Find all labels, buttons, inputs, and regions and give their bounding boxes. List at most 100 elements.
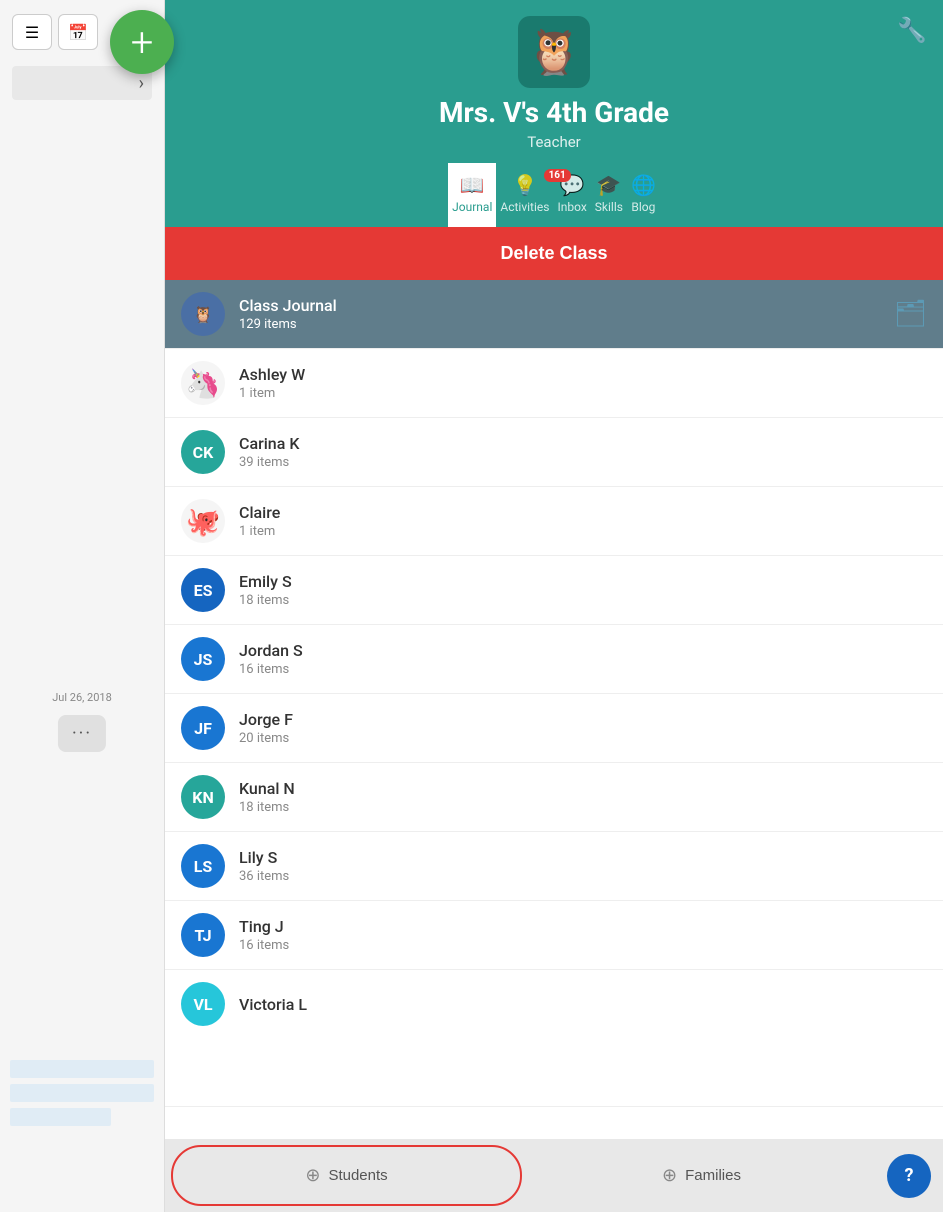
avatar-initials: VL	[193, 995, 212, 1014]
add-fab[interactable]: +	[110, 10, 174, 74]
item-count: 18 items	[239, 593, 927, 608]
activities-icon: 💡	[512, 173, 537, 197]
list-item[interactable]: LS Lily S 36 items	[165, 832, 943, 901]
list-item[interactable]: TJ Ting J 16 items	[165, 901, 943, 970]
item-name: Ashley W	[239, 365, 927, 384]
avatar-initials: CK	[193, 443, 214, 462]
main-content: 🔧 🦉 Mrs. V's 4th Grade Teacher 📖 Journal…	[165, 0, 943, 1212]
item-count: 20 items	[239, 731, 927, 746]
item-count: 129 items	[239, 317, 894, 332]
skills-icon: 🎓	[596, 173, 621, 197]
list-item[interactable]: 🐙 Claire 1 item	[165, 487, 943, 556]
chevron-right-icon: ›	[139, 73, 144, 94]
avatar-initials: JS	[194, 650, 213, 669]
tab-blog[interactable]: 🌐 Blog	[627, 163, 660, 227]
owl-avatar-icon: 🦉	[193, 305, 213, 324]
item-info: Jordan S 16 items	[239, 641, 927, 677]
blog-icon: 🌐	[631, 173, 656, 197]
families-button[interactable]: ⊕ Families	[528, 1139, 875, 1212]
item-info: Lily S 36 items	[239, 848, 927, 884]
tab-journal[interactable]: 📖 Journal	[448, 163, 496, 227]
item-name: Kunal N	[239, 779, 927, 798]
item-info: Class Journal 129 items	[239, 296, 894, 332]
tab-inbox-label: Inbox	[557, 200, 586, 214]
item-name: Jordan S	[239, 641, 927, 660]
sidebar-date: Jul 26, 2018	[0, 683, 164, 712]
tab-skills[interactable]: 🎓 Skills	[591, 163, 627, 227]
item-count: 1 item	[239, 524, 927, 539]
inbox-badge: 161	[544, 169, 571, 182]
avatar: VL	[181, 982, 225, 1026]
main-tabs: 📖 Journal 💡 Activities 161 💬 Inbox 🎓 Ski…	[448, 163, 660, 227]
item-name: Victoria L	[239, 995, 927, 1014]
delete-class-button[interactable]: Delete Class	[165, 227, 943, 280]
item-name: Class Journal	[239, 296, 894, 315]
item-name: Emily S	[239, 572, 927, 591]
item-info: Jorge F 20 items	[239, 710, 927, 746]
avatar-initials: TJ	[194, 926, 211, 945]
avatar: 🦄	[181, 361, 225, 405]
list-item[interactable]: CK Carina K 39 items	[165, 418, 943, 487]
octopus-avatar-icon: 🐙	[186, 505, 221, 538]
bottom-bar: ⊕ Students ⊕ Families ?	[165, 1139, 943, 1212]
folder-icon: 🗂	[894, 299, 927, 329]
avatar: LS	[181, 844, 225, 888]
avatar-initials: JF	[194, 719, 212, 738]
item-count: 36 items	[239, 869, 927, 884]
calendar-icon-btn[interactable]: 📅	[58, 14, 98, 50]
item-name: Lily S	[239, 848, 927, 867]
tab-activities-label: Activities	[500, 200, 549, 214]
item-name: Carina K	[239, 434, 927, 453]
tab-blog-label: Blog	[631, 200, 655, 214]
student-list: 🦉 Class Journal 129 items 🗂 🦄 Ashley W 1…	[165, 280, 943, 1212]
item-count: 39 items	[239, 455, 927, 470]
item-name: Ting J	[239, 917, 927, 936]
avatar: TJ	[181, 913, 225, 957]
item-name: Jorge F	[239, 710, 927, 729]
item-info: Carina K 39 items	[239, 434, 927, 470]
settings-icon[interactable]: 🔧	[897, 16, 927, 44]
sidebar-more-btn[interactable]: ···	[58, 715, 106, 752]
class-subtitle: Teacher	[527, 133, 581, 151]
list-item[interactable]: 🦉 Class Journal 129 items 🗂	[165, 280, 943, 349]
tab-journal-label: Journal	[452, 200, 492, 214]
students-button[interactable]: ⊕ Students	[171, 1145, 522, 1206]
list-item[interactable]: ES Emily S 18 items	[165, 556, 943, 625]
owl-icon: 🦉	[527, 26, 582, 78]
item-count: 18 items	[239, 800, 927, 815]
help-button[interactable]: ?	[887, 1154, 931, 1198]
list-item[interactable]: VL Victoria L	[165, 970, 943, 1107]
item-info: Claire 1 item	[239, 503, 927, 539]
families-label: Families	[685, 1167, 741, 1184]
avatar: KN	[181, 775, 225, 819]
avatar: JF	[181, 706, 225, 750]
avatar: JS	[181, 637, 225, 681]
tab-skills-label: Skills	[595, 200, 623, 214]
item-count: 1 item	[239, 386, 927, 401]
list-item[interactable]: JF Jorge F 20 items	[165, 694, 943, 763]
avatar: 🦉	[181, 292, 225, 336]
item-count: 16 items	[239, 662, 927, 677]
plus-icon: ⊕	[305, 1165, 320, 1186]
menu-icon-btn[interactable]: ☰	[12, 14, 52, 50]
avatar-initials: ES	[194, 581, 213, 600]
item-info: Ting J 16 items	[239, 917, 927, 953]
students-label: Students	[328, 1167, 387, 1184]
avatar: ES	[181, 568, 225, 612]
sidebar: ☰ 📅 › Jul 26, 2018 ···	[0, 0, 165, 1212]
item-info: Emily S 18 items	[239, 572, 927, 608]
class-header: 🔧 🦉 Mrs. V's 4th Grade Teacher 📖 Journal…	[165, 0, 943, 227]
avatar-initials: KN	[192, 788, 213, 807]
plus-icon: ⊕	[662, 1165, 677, 1186]
item-name: Claire	[239, 503, 927, 522]
item-info: Ashley W 1 item	[239, 365, 927, 401]
sidebar-notes-lines	[10, 1060, 154, 1132]
unicorn-avatar-icon: 🦄	[186, 367, 221, 400]
list-item[interactable]: JS Jordan S 16 items	[165, 625, 943, 694]
list-item[interactable]: 🦄 Ashley W 1 item	[165, 349, 943, 418]
list-item[interactable]: KN Kunal N 18 items	[165, 763, 943, 832]
avatar: 🐙	[181, 499, 225, 543]
item-count: 16 items	[239, 938, 927, 953]
item-info: Victoria L	[239, 995, 927, 1014]
tab-inbox[interactable]: 161 💬 Inbox	[553, 163, 590, 227]
